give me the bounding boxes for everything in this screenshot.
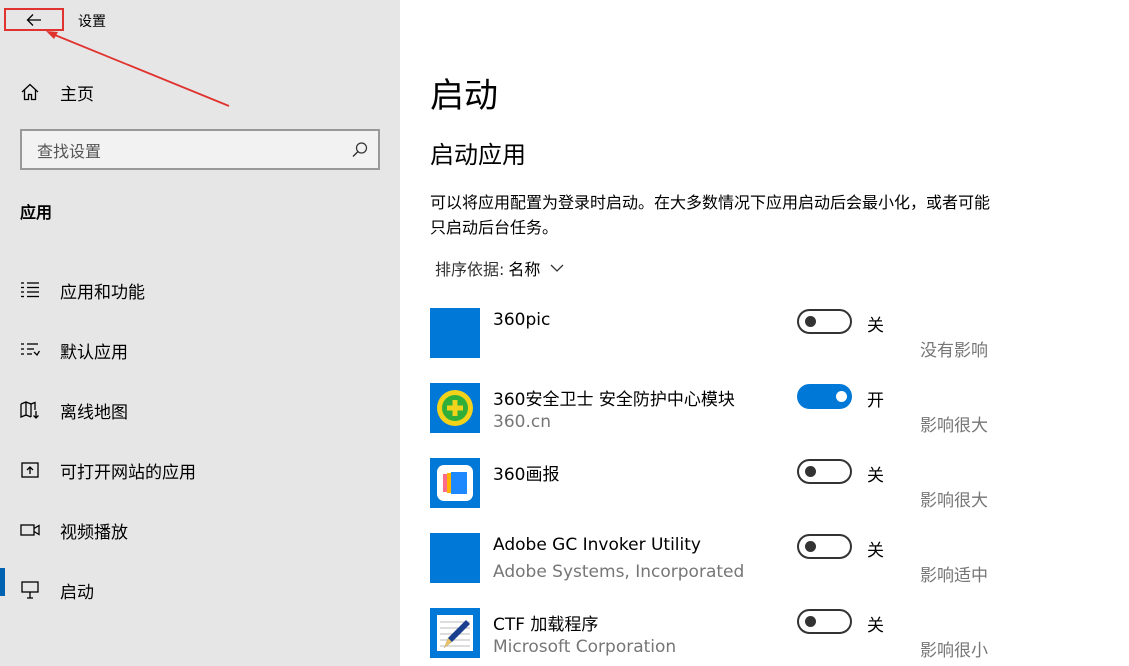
sidebar-item-label: 视频播放 [60,522,128,543]
page-title: 启动 [430,76,498,116]
app-name: Adobe GC Invoker Utility [493,535,701,555]
sidebar-item-video-playback[interactable]: 视频播放 [0,500,400,560]
chevron-down-icon [550,264,564,272]
app-name: CTF 加载程序 [493,615,599,635]
360-pictorial-icon [430,458,480,508]
toggle-state: 关 [867,541,884,561]
startup-toggle[interactable] [797,309,852,334]
open-website-icon [20,460,40,480]
sidebar-item-apps-features[interactable]: 应用和功能 [0,260,400,320]
app-icon-blue-square [430,533,480,583]
sidebar-item-label: 启动 [60,582,94,603]
window-title: 设置 [78,14,106,30]
app-name: 360画报 [493,465,560,485]
sidebar-item-home[interactable]: 主页 [20,80,94,105]
active-indicator [0,568,5,596]
toggle-knob [805,316,816,327]
back-button[interactable] [4,8,64,31]
list-icon [20,280,40,300]
startup-impact: 影响很大 [920,491,988,511]
startup-toggle[interactable] [797,384,852,409]
list-item: 360pic 关 没有影响 [430,308,1110,368]
sidebar-item-label: 可打开网站的应用 [60,462,196,483]
map-download-icon [20,400,40,420]
sidebar-item-label: 应用和功能 [60,282,145,303]
toggle-knob [805,541,816,552]
toggle-state: 关 [867,316,884,336]
toggle-knob [805,616,816,627]
default-apps-icon [20,340,40,360]
sort-label: 排序依据: [435,260,505,279]
app-publisher: Adobe Systems, Incorporated [493,562,745,582]
list-item: CTF 加载程序 Microsoft Corporation 关 影响很小 [430,608,1110,666]
section-title: 应用 [20,203,53,222]
sidebar-item-startup[interactable]: 启动 [0,560,400,620]
list-item: Adobe GC Invoker Utility Adobe Systems, … [430,533,1110,593]
app-icon-blue-square [430,308,480,358]
home-icon [20,82,40,102]
sort-value: 名称 [508,260,541,279]
app-name: 360安全卫士 安全防护中心模块 [493,390,735,410]
sort-dropdown[interactable]: 排序依据: 名称 [435,256,564,280]
sidebar: 设置 主页 查找设置 应用 应用和功能 默认应用 离线地图 可打开网站的应用 视… [0,0,400,666]
startup-impact: 影响很大 [920,416,988,436]
sidebar-item-offline-maps[interactable]: 离线地图 [0,380,400,440]
startup-toggle[interactable] [797,534,852,559]
toggle-state: 开 [867,391,884,411]
list-item: 360安全卫士 安全防护中心模块 360.cn 开 影响很大 [430,383,1110,443]
startup-toggle[interactable] [797,459,852,484]
toggle-knob [836,391,847,402]
sidebar-item-default-apps[interactable]: 默认应用 [0,320,400,380]
sidebar-item-label: 离线地图 [60,402,128,423]
startup-icon [20,580,40,600]
toggle-knob [805,466,816,477]
startup-impact: 影响适中 [920,566,988,586]
list-item: 360画报 关 影响很大 [430,458,1110,518]
sidebar-item-apps-for-websites[interactable]: 可打开网站的应用 [0,440,400,500]
app-name: 360pic [493,310,551,330]
sidebar-nav: 应用和功能 默认应用 离线地图 可打开网站的应用 视频播放 启动 [0,260,400,620]
sidebar-home-label: 主页 [60,84,94,105]
toggle-state: 关 [867,616,884,636]
toggle-state: 关 [867,466,884,486]
description: 可以将应用配置为登录时启动。在大多数情况下应用启动后会最小化，或者可能只启动后台… [430,193,991,237]
app-publisher: 360.cn [493,412,551,432]
search-icon[interactable] [342,141,378,159]
search-input[interactable]: 查找设置 [20,129,380,170]
search-placeholder: 查找设置 [37,141,102,161]
section-heading: 启动应用 [430,141,526,169]
app-publisher: Microsoft Corporation [493,637,677,657]
startup-impact: 没有影响 [920,341,988,361]
startup-toggle[interactable] [797,609,852,634]
sidebar-item-label: 默认应用 [60,342,128,363]
ctf-loader-icon [430,608,480,658]
back-arrow-icon [26,13,42,27]
startup-impact: 影响很小 [920,641,988,661]
360-safe-icon [430,383,480,433]
video-icon [20,520,40,540]
